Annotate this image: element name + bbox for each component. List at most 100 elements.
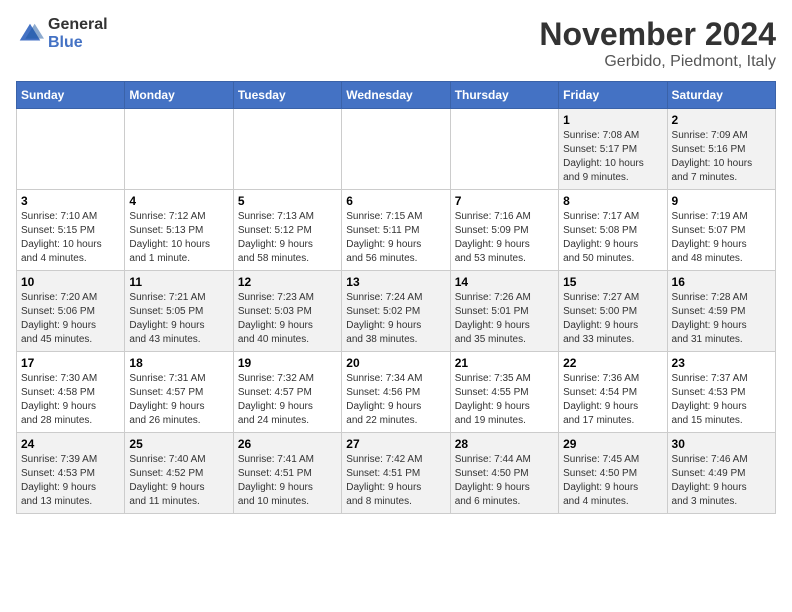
day-info: Sunrise: 7:31 AM Sunset: 4:57 PM Dayligh…	[129, 372, 228, 428]
day-info: Sunrise: 7:21 AM Sunset: 5:05 PM Dayligh…	[129, 291, 228, 347]
day-cell: 13 Sunrise: 7:24 AM Sunset: 5:02 PM Dayli…	[342, 271, 450, 352]
header-row: SundayMondayTuesdayWednesdayThursdayFrid…	[17, 82, 776, 109]
day-cell: 25 Sunrise: 7:40 AM Sunset: 4:52 PM Dayli…	[125, 433, 233, 514]
day-number: 7	[455, 194, 554, 208]
day-number: 15	[563, 275, 662, 289]
day-cell: 14 Sunrise: 7:26 AM Sunset: 5:01 PM Dayli…	[450, 271, 558, 352]
day-number: 21	[455, 356, 554, 370]
day-cell: 16 Sunrise: 7:28 AM Sunset: 4:59 PM Dayli…	[667, 271, 775, 352]
day-cell: 19 Sunrise: 7:32 AM Sunset: 4:57 PM Dayli…	[233, 352, 341, 433]
day-number: 25	[129, 437, 228, 451]
day-number: 8	[563, 194, 662, 208]
day-cell: 21 Sunrise: 7:35 AM Sunset: 4:55 PM Dayli…	[450, 352, 558, 433]
day-number: 9	[672, 194, 771, 208]
logo-text: General Blue	[48, 16, 108, 51]
day-cell: 1Sunrise: 7:08 AM Sunset: 5:17 PM Daylig…	[559, 109, 667, 190]
day-number: 19	[238, 356, 337, 370]
day-number: 29	[563, 437, 662, 451]
month-title: November 2024	[539, 16, 776, 53]
day-number: 10	[21, 275, 120, 289]
day-number: 28	[455, 437, 554, 451]
day-info: Sunrise: 7:24 AM Sunset: 5:02 PM Dayligh…	[346, 291, 445, 347]
day-number: 5	[238, 194, 337, 208]
day-info: Sunrise: 7:10 AM Sunset: 5:15 PM Dayligh…	[21, 210, 120, 266]
week-row-2: 3 Sunrise: 7:10 AM Sunset: 5:15 PM Daylig…	[17, 190, 776, 271]
logo-blue: Blue	[48, 34, 108, 52]
header-saturday: Saturday	[667, 82, 775, 109]
day-number: 2	[672, 113, 771, 127]
day-number: 6	[346, 194, 445, 208]
day-cell: 29 Sunrise: 7:45 AM Sunset: 4:50 PM Dayli…	[559, 433, 667, 514]
day-number: 13	[346, 275, 445, 289]
day-info: Sunrise: 7:09 AM Sunset: 5:16 PM Dayligh…	[672, 129, 771, 185]
header-wednesday: Wednesday	[342, 82, 450, 109]
day-number: 14	[455, 275, 554, 289]
day-info: Sunrise: 7:37 AM Sunset: 4:53 PM Dayligh…	[672, 372, 771, 428]
day-cell	[450, 109, 558, 190]
day-cell: 12Sunrise: 7:23 AM Sunset: 5:03 PM Dayli…	[233, 271, 341, 352]
day-cell: 2 Sunrise: 7:09 AM Sunset: 5:16 PM Daylig…	[667, 109, 775, 190]
day-number: 24	[21, 437, 120, 451]
week-row-3: 10 Sunrise: 7:20 AM Sunset: 5:06 PM Dayli…	[17, 271, 776, 352]
week-row-5: 24 Sunrise: 7:39 AM Sunset: 4:53 PM Dayli…	[17, 433, 776, 514]
day-cell: 20 Sunrise: 7:34 AM Sunset: 4:56 PM Dayli…	[342, 352, 450, 433]
logo: General Blue	[16, 16, 108, 51]
day-cell: 28 Sunrise: 7:44 AM Sunset: 4:50 PM Dayli…	[450, 433, 558, 514]
day-number: 20	[346, 356, 445, 370]
day-cell: 24 Sunrise: 7:39 AM Sunset: 4:53 PM Dayli…	[17, 433, 125, 514]
day-info: Sunrise: 7:20 AM Sunset: 5:06 PM Dayligh…	[21, 291, 120, 347]
day-cell	[342, 109, 450, 190]
day-info: Sunrise: 7:44 AM Sunset: 4:50 PM Dayligh…	[455, 453, 554, 509]
logo-icon	[16, 20, 44, 48]
week-row-4: 17Sunrise: 7:30 AM Sunset: 4:58 PM Dayli…	[17, 352, 776, 433]
header-sunday: Sunday	[17, 82, 125, 109]
day-cell: 23 Sunrise: 7:37 AM Sunset: 4:53 PM Dayli…	[667, 352, 775, 433]
day-info: Sunrise: 7:40 AM Sunset: 4:52 PM Dayligh…	[129, 453, 228, 509]
day-number: 23	[672, 356, 771, 370]
day-cell: 18 Sunrise: 7:31 AM Sunset: 4:57 PM Dayli…	[125, 352, 233, 433]
day-cell: 15Sunrise: 7:27 AM Sunset: 5:00 PM Dayli…	[559, 271, 667, 352]
day-number: 22	[563, 356, 662, 370]
page-header: General Blue November 2024 Gerbido, Pied…	[16, 16, 776, 71]
day-cell: 3 Sunrise: 7:10 AM Sunset: 5:15 PM Daylig…	[17, 190, 125, 271]
day-number: 30	[672, 437, 771, 451]
day-info: Sunrise: 7:08 AM Sunset: 5:17 PM Dayligh…	[563, 129, 662, 185]
calendar-table: SundayMondayTuesdayWednesdayThursdayFrid…	[16, 81, 776, 514]
day-info: Sunrise: 7:17 AM Sunset: 5:08 PM Dayligh…	[563, 210, 662, 266]
day-number: 26	[238, 437, 337, 451]
day-info: Sunrise: 7:45 AM Sunset: 4:50 PM Dayligh…	[563, 453, 662, 509]
day-info: Sunrise: 7:35 AM Sunset: 4:55 PM Dayligh…	[455, 372, 554, 428]
day-info: Sunrise: 7:34 AM Sunset: 4:56 PM Dayligh…	[346, 372, 445, 428]
day-number: 3	[21, 194, 120, 208]
day-cell: 17Sunrise: 7:30 AM Sunset: 4:58 PM Dayli…	[17, 352, 125, 433]
title-block: November 2024 Gerbido, Piedmont, Italy	[539, 16, 776, 71]
day-cell: 8 Sunrise: 7:17 AM Sunset: 5:08 PM Daylig…	[559, 190, 667, 271]
day-cell: 7Sunrise: 7:16 AM Sunset: 5:09 PM Daylig…	[450, 190, 558, 271]
day-cell: 6Sunrise: 7:15 AM Sunset: 5:11 PM Daylig…	[342, 190, 450, 271]
day-info: Sunrise: 7:28 AM Sunset: 4:59 PM Dayligh…	[672, 291, 771, 347]
day-info: Sunrise: 7:19 AM Sunset: 5:07 PM Dayligh…	[672, 210, 771, 266]
day-info: Sunrise: 7:36 AM Sunset: 4:54 PM Dayligh…	[563, 372, 662, 428]
week-row-1: 1Sunrise: 7:08 AM Sunset: 5:17 PM Daylig…	[17, 109, 776, 190]
day-number: 18	[129, 356, 228, 370]
header-tuesday: Tuesday	[233, 82, 341, 109]
header-friday: Friday	[559, 82, 667, 109]
day-cell: 4Sunrise: 7:12 AM Sunset: 5:13 PM Daylig…	[125, 190, 233, 271]
day-info: Sunrise: 7:32 AM Sunset: 4:57 PM Dayligh…	[238, 372, 337, 428]
day-number: 16	[672, 275, 771, 289]
day-info: Sunrise: 7:39 AM Sunset: 4:53 PM Dayligh…	[21, 453, 120, 509]
day-info: Sunrise: 7:41 AM Sunset: 4:51 PM Dayligh…	[238, 453, 337, 509]
day-cell: 5 Sunrise: 7:13 AM Sunset: 5:12 PM Daylig…	[233, 190, 341, 271]
location: Gerbido, Piedmont, Italy	[539, 53, 776, 71]
day-cell	[17, 109, 125, 190]
day-info: Sunrise: 7:26 AM Sunset: 5:01 PM Dayligh…	[455, 291, 554, 347]
day-info: Sunrise: 7:42 AM Sunset: 4:51 PM Dayligh…	[346, 453, 445, 509]
day-cell: 10 Sunrise: 7:20 AM Sunset: 5:06 PM Dayli…	[17, 271, 125, 352]
day-cell: 27Sunrise: 7:42 AM Sunset: 4:51 PM Dayli…	[342, 433, 450, 514]
header-thursday: Thursday	[450, 82, 558, 109]
day-number: 12	[238, 275, 337, 289]
logo-general: General	[48, 16, 108, 34]
day-info: Sunrise: 7:13 AM Sunset: 5:12 PM Dayligh…	[238, 210, 337, 266]
day-number: 11	[129, 275, 228, 289]
day-cell: 9 Sunrise: 7:19 AM Sunset: 5:07 PM Daylig…	[667, 190, 775, 271]
